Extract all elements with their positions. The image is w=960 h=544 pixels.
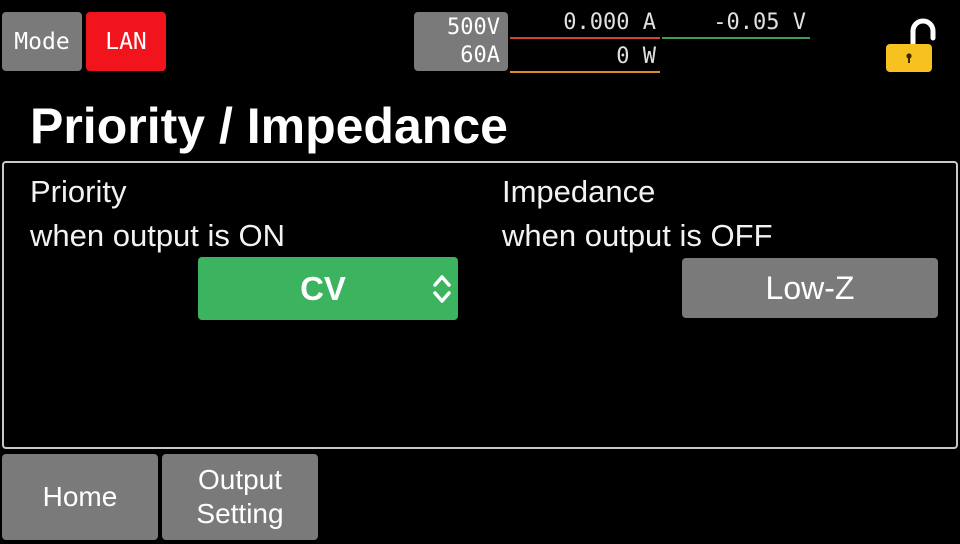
mode-button[interactable]: Mode xyxy=(2,12,82,71)
power-unit: W xyxy=(642,44,656,69)
home-button-label: Home xyxy=(42,481,118,512)
power-readout: 0 W xyxy=(510,43,660,71)
priority-label-line1: Priority xyxy=(30,174,127,209)
impedance-label: Impedance when output is OFF xyxy=(502,170,773,258)
priority-label: Priority when output is ON xyxy=(30,170,285,258)
voltage-unit: V xyxy=(792,10,806,35)
up-down-chevron-icon xyxy=(432,273,452,305)
output-setting-label-line1: Output xyxy=(197,464,283,495)
impedance-label-line1: Impedance xyxy=(502,174,656,209)
rating-current: 60A xyxy=(460,42,500,68)
output-setting-label-line2: Setting xyxy=(196,498,284,529)
lock-unlocked-icon[interactable] xyxy=(880,10,940,74)
current-readout: 0.000 A xyxy=(510,8,660,38)
impedance-label-line2: when output is OFF xyxy=(502,218,773,253)
mode-button-label: Mode xyxy=(14,28,70,55)
output-setting-button[interactable]: Output Setting xyxy=(162,454,318,540)
impedance-button-label: Low-Z xyxy=(765,269,855,306)
voltage-readout: -0.05 V xyxy=(662,8,810,38)
priority-select[interactable]: CV xyxy=(198,257,458,320)
voltage-underline xyxy=(662,37,810,39)
current-underline xyxy=(510,37,660,39)
rating-voltage: 500V xyxy=(447,14,500,40)
priority-label-line2: when output is ON xyxy=(30,218,286,253)
lan-button[interactable]: LAN xyxy=(86,12,166,71)
rating-display: 500V 60A xyxy=(414,12,508,71)
power-underline xyxy=(510,71,660,73)
current-unit: A xyxy=(642,10,656,35)
lan-button-label: LAN xyxy=(105,28,147,55)
page-title: Priority / Impedance xyxy=(30,98,508,154)
home-button[interactable]: Home xyxy=(2,454,158,540)
power-value: 0 xyxy=(616,44,630,69)
priority-select-value: CV xyxy=(300,269,346,307)
impedance-button[interactable]: Low-Z xyxy=(682,258,938,318)
voltage-value: -0.05 xyxy=(713,10,780,35)
current-value: 0.000 xyxy=(563,10,630,35)
